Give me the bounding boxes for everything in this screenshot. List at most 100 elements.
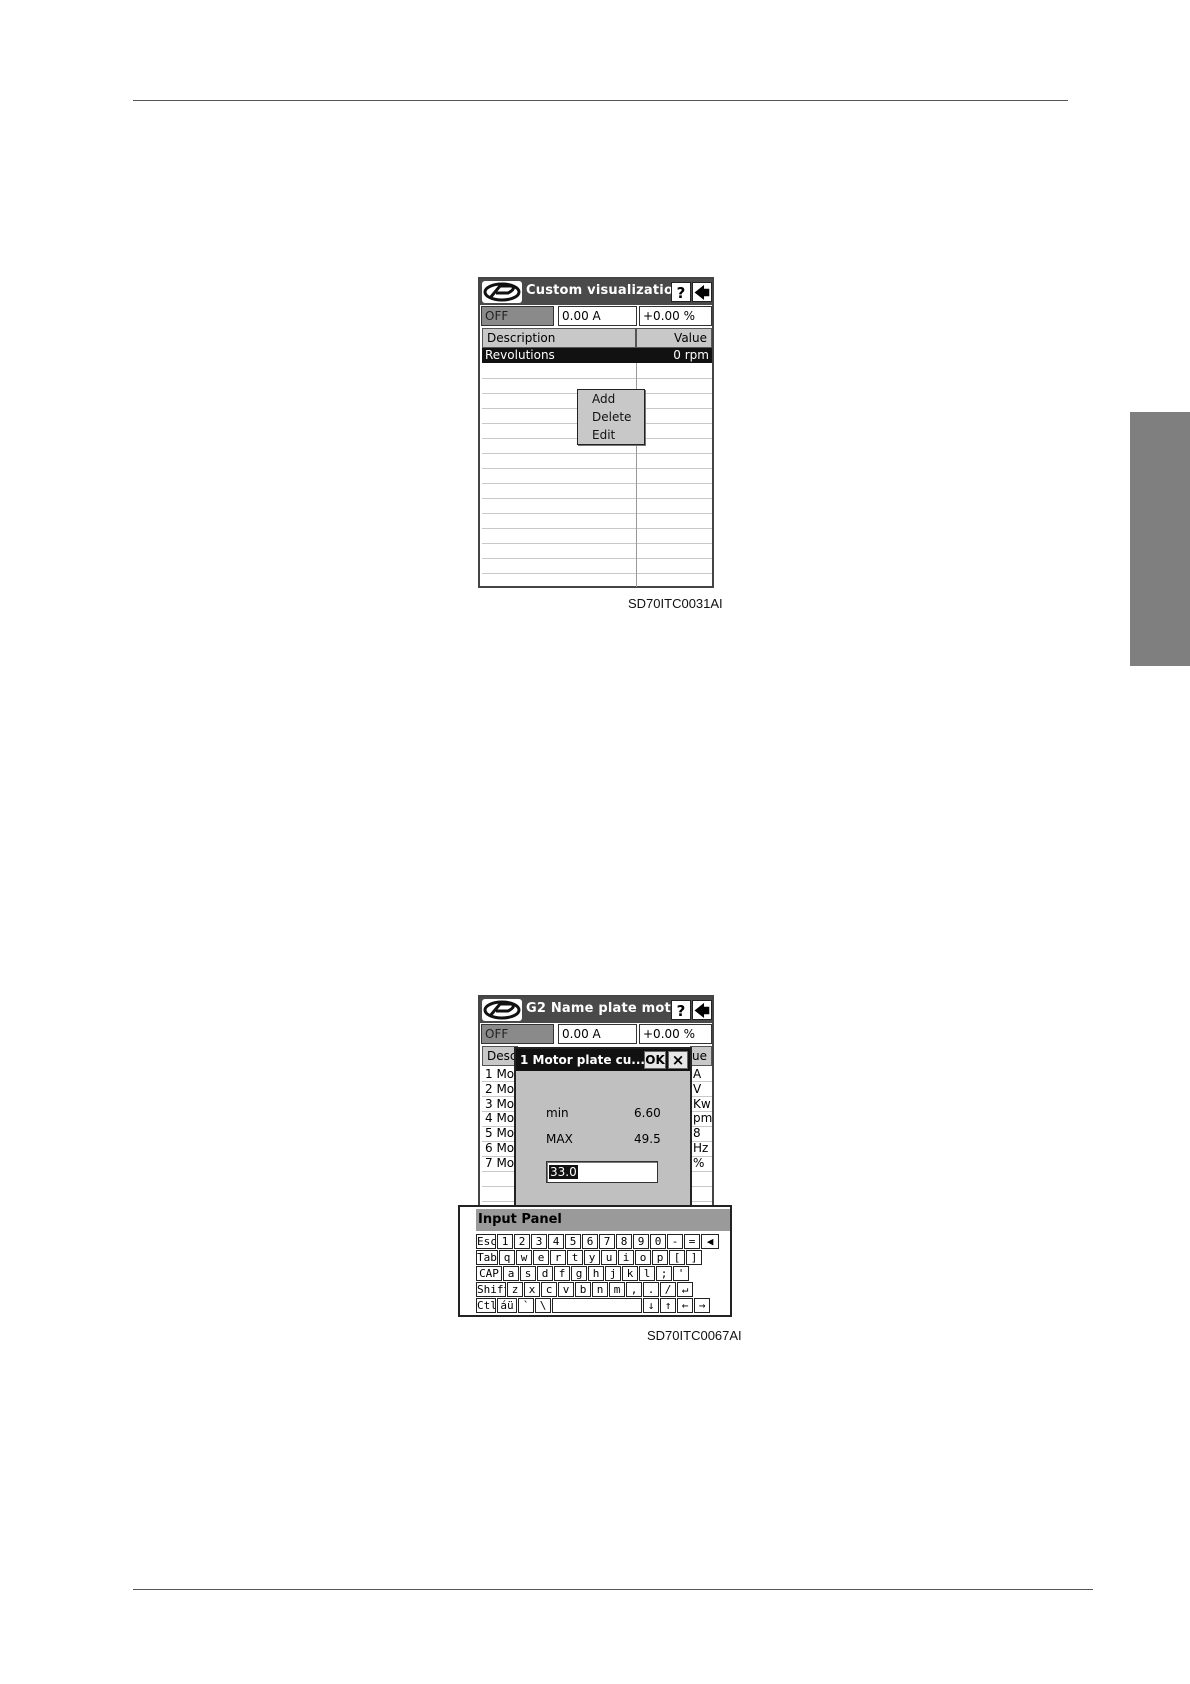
context-menu-item-edit[interactable]: Edit (592, 428, 615, 442)
keyboard-key[interactable]: o (635, 1250, 651, 1265)
keyboard-key[interactable]: r (550, 1250, 566, 1265)
keyboard-key[interactable]: u (601, 1250, 617, 1265)
back-arrow-button[interactable]: 🡄 (692, 1000, 712, 1020)
keyboard-key[interactable]: ◀ (701, 1234, 719, 1249)
keyboard-key[interactable]: ] (686, 1250, 702, 1265)
back-arrow-button[interactable]: 🡄 (692, 282, 712, 302)
keyboard-key[interactable]: [ (669, 1250, 685, 1265)
keyboard-key[interactable]: Tab (476, 1250, 498, 1265)
keyboard-key[interactable]: d (537, 1266, 553, 1281)
keyboard-key[interactable]: y (584, 1250, 600, 1265)
keyboard-key[interactable]: ; (656, 1266, 672, 1281)
keyboard-key[interactable]: ↓ (643, 1298, 659, 1313)
keyboard-key[interactable]: 7 (599, 1234, 615, 1249)
grid-row-line (482, 468, 712, 469)
column-header-value[interactable]: ue (690, 1046, 712, 1066)
keyboard-key[interactable]: l (639, 1266, 655, 1281)
keyboard-key[interactable]: ← (677, 1298, 693, 1313)
row-value: 0 rpm (673, 348, 709, 362)
keyboard-key[interactable]: p (652, 1250, 668, 1265)
keyboard-key[interactable]: 0 (650, 1234, 666, 1249)
ok-button[interactable]: OK (644, 1051, 666, 1069)
keyboard-key[interactable]: h (588, 1266, 604, 1281)
keyboard-key[interactable]: = (684, 1234, 700, 1249)
keyboard-key[interactable]: a (503, 1266, 519, 1281)
column-header-value[interactable]: Value (636, 328, 712, 348)
keyboard-key[interactable]: c (541, 1282, 557, 1297)
figure-caption: SD70ITC0031AI (628, 596, 723, 611)
status-current: 0.00 A (558, 306, 637, 326)
context-menu-item-add[interactable]: Add (592, 392, 615, 406)
keyboard-key[interactable]: w (516, 1250, 532, 1265)
column-header-description[interactable]: Description (482, 328, 636, 348)
keyboard-key[interactable]: 1 (497, 1234, 513, 1249)
figure-caption: SD70ITC0067AI (647, 1328, 742, 1343)
keyboard-key[interactable]: t (567, 1250, 583, 1265)
row-unit: pm (693, 1111, 713, 1126)
keyboard-key[interactable]: áü (497, 1298, 517, 1313)
grid-row-line (482, 498, 712, 499)
chapter-side-tab (1130, 412, 1190, 666)
help-button[interactable]: ? (671, 282, 691, 302)
row-unit: Kw (693, 1096, 711, 1111)
row-description: 4 Mo (485, 1111, 515, 1126)
keyboard-key[interactable]: - (667, 1234, 683, 1249)
keyboard-key[interactable]: v (558, 1282, 574, 1297)
keyboard-key[interactable]: ' (673, 1266, 689, 1281)
help-button[interactable]: ? (671, 1000, 691, 1020)
context-menu-item-delete[interactable]: Delete (592, 410, 631, 424)
keyboard-key[interactable]: ↵ (677, 1282, 693, 1297)
keyboard-key[interactable]: Shift (476, 1282, 506, 1297)
row-unit: 8 (693, 1126, 701, 1141)
row-unit: V (693, 1081, 702, 1096)
keyboard-key[interactable]: n (592, 1282, 608, 1297)
keyboard-key[interactable]: k (622, 1266, 638, 1281)
keyboard-key[interactable]: m (609, 1282, 625, 1297)
keyboard-key[interactable]: i (618, 1250, 634, 1265)
row-description: 3 Mo (485, 1096, 515, 1111)
grid-row-line (482, 378, 712, 379)
keyboard-key[interactable]: g (571, 1266, 587, 1281)
keyboard-key[interactable]: s (520, 1266, 536, 1281)
keyboard-key[interactable]: , (626, 1282, 642, 1297)
keyboard-key[interactable]: j (605, 1266, 621, 1281)
status-current: 0.00 A (558, 1024, 637, 1044)
name-plate-motor-screen: G2 Name plate motor ? 🡄 OFF 0.00 A +0.00… (478, 995, 714, 1227)
keyboard-key[interactable]: 8 (616, 1234, 632, 1249)
keyboard-key[interactable]: CAP (476, 1266, 502, 1281)
row-description: 2 Mo (485, 1081, 515, 1096)
keyboard-key[interactable]: . (643, 1282, 659, 1297)
grid-row-line (482, 453, 712, 454)
keyboard-key[interactable]: 3 (531, 1234, 547, 1249)
keyboard-key[interactable]: 5 (565, 1234, 581, 1249)
keyboard-key[interactable]: z (507, 1282, 523, 1297)
keyboard-key[interactable]: b (575, 1282, 591, 1297)
row-description: Revolutions (485, 348, 555, 362)
value-input-field[interactable]: 33.0 (546, 1161, 658, 1183)
max-label: MAX (546, 1132, 573, 1146)
table-row[interactable]: Revolutions 0 rpm (482, 348, 712, 363)
keyboard-key[interactable]: ` (518, 1298, 534, 1313)
row-unit: Hz (693, 1141, 709, 1155)
close-button[interactable]: × (668, 1051, 688, 1069)
keyboard-key[interactable]: q (499, 1250, 515, 1265)
keyboard-key[interactable]: Esc (476, 1234, 496, 1249)
keyboard-key[interactable]: ↑ (660, 1298, 676, 1313)
keyboard-key[interactable]: x (524, 1282, 540, 1297)
column-header-description[interactable]: Desc (482, 1046, 518, 1066)
keyboard-key[interactable]: → (694, 1298, 710, 1313)
keyboard-key[interactable]: 9 (633, 1234, 649, 1249)
column-header-value-label: ue (692, 1049, 707, 1063)
keyboard-key[interactable]: / (660, 1282, 676, 1297)
keyboard-key[interactable]: 6 (582, 1234, 598, 1249)
keyboard-key[interactable]: 2 (514, 1234, 530, 1249)
keyboard-key[interactable]: \ (535, 1298, 551, 1313)
status-percent: +0.00 % (639, 306, 712, 326)
keyboard-key[interactable]: e (533, 1250, 549, 1265)
keyboard-key[interactable]: f (554, 1266, 570, 1281)
keyboard-key[interactable]: Ctl (476, 1298, 496, 1313)
keyboard-key[interactable]: 4 (548, 1234, 564, 1249)
key-space[interactable] (552, 1298, 642, 1313)
grid-row-line (482, 573, 712, 574)
input-panel-title: Input Panel (476, 1209, 730, 1231)
